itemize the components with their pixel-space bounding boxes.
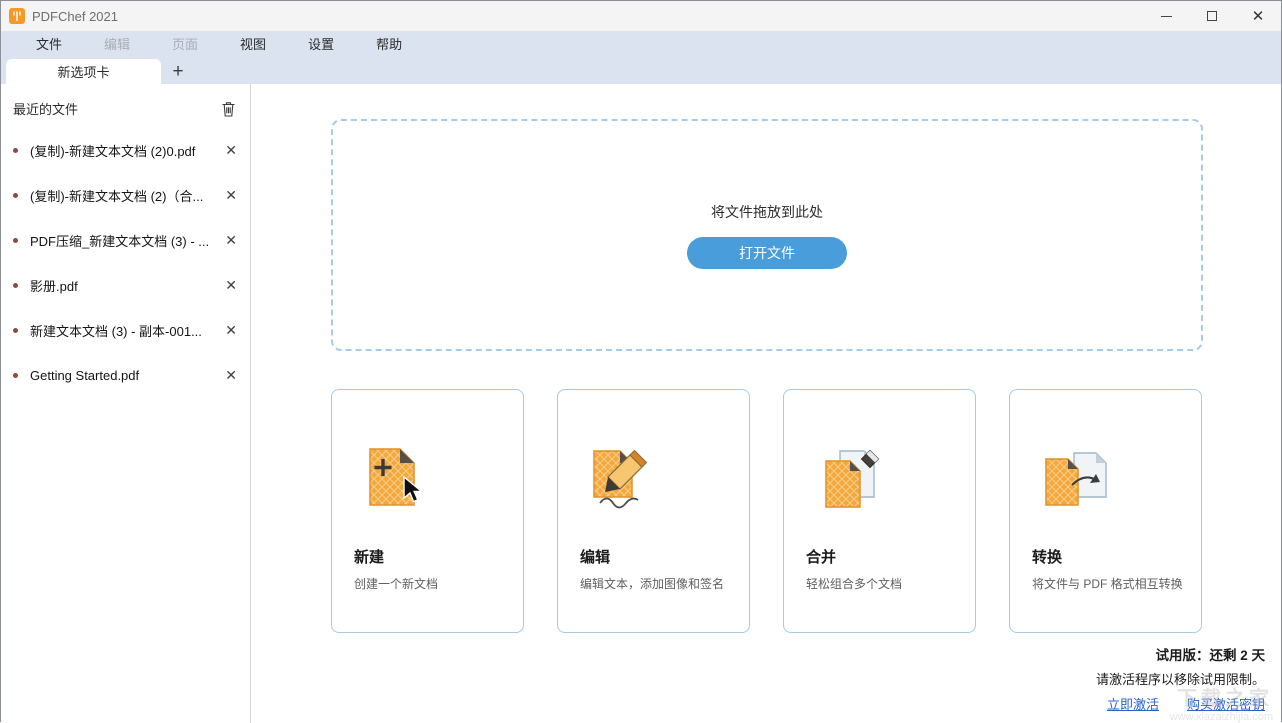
file-bullet-icon: [13, 148, 18, 153]
tab-strip: 新选项卡 +: [1, 58, 1281, 84]
recent-file-name[interactable]: Getting Started.pdf: [30, 368, 217, 383]
card-edit-document[interactable]: 编辑 编辑文本，添加图像和签名: [557, 389, 750, 633]
list-item[interactable]: PDF压缩_新建文本文档 (3) - ... ✕: [1, 218, 250, 263]
window-title: PDFChef 2021: [32, 8, 118, 24]
card-description: 将文件与 PDF 格式相互转换: [1032, 577, 1183, 591]
card-merge-documents[interactable]: 合并 轻松组合多个文档: [783, 389, 976, 633]
edit-document-icon: [580, 424, 733, 532]
convert-document-icon: [1032, 424, 1185, 532]
file-drop-zone[interactable]: 将文件拖放到此处 打开文件: [331, 119, 1203, 351]
title-bar: PDFChef 2021 ✕: [1, 1, 1281, 31]
card-description: 轻松组合多个文档: [806, 577, 903, 591]
menu-view[interactable]: 视图: [219, 31, 287, 58]
file-bullet-icon: [13, 373, 18, 378]
recent-file-name[interactable]: (复制)-新建文本文档 (2)（合...: [30, 186, 217, 205]
close-button[interactable]: ✕: [1235, 1, 1281, 31]
add-tab-button[interactable]: +: [161, 59, 195, 84]
file-bullet-icon: [13, 328, 18, 333]
list-item[interactable]: (复制)-新建文本文档 (2)0.pdf ✕: [1, 128, 250, 173]
list-item[interactable]: 新建文本文档 (3) - 副本-001... ✕: [1, 308, 250, 353]
clear-recent-trash-icon[interactable]: [221, 101, 236, 117]
drop-zone-label: 将文件拖放到此处: [711, 203, 823, 220]
card-title: 新建: [354, 549, 385, 566]
card-description: 创建一个新文档: [354, 577, 439, 591]
menu-file[interactable]: 文件: [15, 31, 83, 58]
card-new-document[interactable]: 新建 创建一个新文档: [331, 389, 524, 633]
minimize-button[interactable]: [1143, 1, 1189, 31]
maximize-button[interactable]: [1189, 1, 1235, 31]
recent-file-name[interactable]: (复制)-新建文本文档 (2)0.pdf: [30, 141, 217, 160]
card-description: 编辑文本，添加图像和签名: [580, 577, 725, 591]
recent-files-header: 最近的文件: [1, 84, 250, 128]
recent-files-title: 最近的文件: [13, 102, 79, 117]
buy-key-link[interactable]: 购买激活密钥: [1187, 694, 1265, 713]
main-panel: 将文件拖放到此处 打开文件 新建 创建一个新文档 编辑 编辑文本，添加图像和签名…: [251, 84, 1281, 723]
remove-file-icon[interactable]: ✕: [217, 142, 237, 159]
remove-file-icon[interactable]: ✕: [217, 187, 237, 204]
merge-documents-icon: [806, 424, 959, 532]
menu-edit: 编辑: [104, 37, 131, 52]
card-title: 转换: [1032, 549, 1063, 566]
trial-days-remaining: 试用版：还剩 2 天: [1155, 648, 1265, 663]
content-area: 最近的文件 (复制)-新建文本文档 (2)0.pdf ✕ (复制)-新建文本文档…: [1, 84, 1281, 723]
trial-notice: 试用版：还剩 2 天 请激活程序以移除试用限制。 立即激活 购买激活密钥: [1096, 644, 1265, 713]
recent-files-sidebar: 最近的文件 (复制)-新建文本文档 (2)0.pdf ✕ (复制)-新建文本文档…: [1, 84, 251, 723]
card-title: 合并: [806, 549, 837, 566]
card-convert-document[interactable]: 转换 将文件与 PDF 格式相互转换: [1009, 389, 1202, 633]
file-bullet-icon: [13, 238, 18, 243]
trial-links: 立即激活 购买激活密钥: [1096, 694, 1265, 713]
remove-file-icon[interactable]: ✕: [217, 232, 237, 249]
remove-file-icon[interactable]: ✕: [217, 322, 237, 339]
remove-file-icon[interactable]: ✕: [217, 277, 237, 294]
list-item[interactable]: (复制)-新建文本文档 (2)（合... ✕: [1, 173, 250, 218]
app-logo-icon: [9, 8, 25, 24]
recent-file-name[interactable]: PDF压缩_新建文本文档 (3) - ...: [30, 231, 217, 250]
open-file-button[interactable]: 打开文件: [687, 236, 847, 269]
recent-file-name[interactable]: 影册.pdf: [30, 276, 217, 295]
tab-new-tab[interactable]: 新选项卡: [6, 59, 161, 84]
menu-page: 页面: [172, 37, 199, 52]
menu-bar: 文件 编辑 页面 视图 设置 帮助: [1, 31, 1281, 58]
list-item[interactable]: 影册.pdf ✕: [1, 263, 250, 308]
card-title: 编辑: [580, 549, 611, 566]
recent-file-name[interactable]: 新建文本文档 (3) - 副本-001...: [30, 321, 217, 340]
file-bullet-icon: [13, 283, 18, 288]
remove-file-icon[interactable]: ✕: [217, 367, 237, 384]
activate-now-link[interactable]: 立即激活: [1107, 694, 1159, 713]
menu-settings[interactable]: 设置: [287, 31, 355, 58]
file-bullet-icon: [13, 193, 18, 198]
list-item[interactable]: Getting Started.pdf ✕: [1, 353, 250, 398]
trial-activate-message: 请激活程序以移除试用限制。: [1095, 672, 1265, 687]
menu-help[interactable]: 帮助: [355, 31, 423, 58]
new-document-icon: [354, 424, 507, 532]
action-cards: 新建 创建一个新文档 编辑 编辑文本，添加图像和签名 合并 轻松组合多个文档 转…: [331, 389, 1202, 633]
